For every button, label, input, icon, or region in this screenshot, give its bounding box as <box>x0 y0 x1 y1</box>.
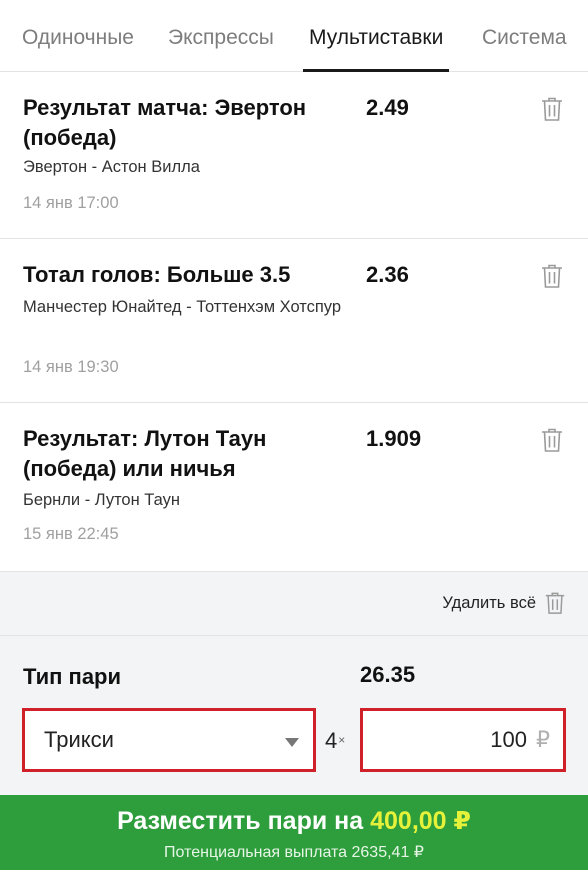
bet-time: 14 янв 17:00 <box>23 194 119 212</box>
place-bet-button[interactable]: Разместить пари на 400,00 ₽ Потенциальна… <box>0 795 588 870</box>
place-bet-amount: 400,00 ₽ <box>370 807 471 835</box>
multiplier-sign: × <box>338 733 346 747</box>
bet-card: Тотал голов: Больше 3.5 2.36 Манчестер Ю… <box>0 239 588 403</box>
bet-time: 15 янв 22:45 <box>23 525 119 543</box>
tab-express[interactable]: Экспрессы <box>168 0 274 72</box>
bet-type-selected: Трикси <box>44 727 114 752</box>
place-bet-text: Разместить пари на <box>117 807 364 835</box>
trash-icon[interactable] <box>540 96 564 122</box>
total-odds: 26.35 <box>360 662 416 687</box>
bet-match: Манчестер Юнайтед - Тоттенхэм Хотспур <box>23 298 342 316</box>
bet-time: 14 янв 19:30 <box>23 358 119 376</box>
tab-system[interactable]: Система <box>482 0 567 72</box>
bet-title: Тотал голов: Больше 3.5 <box>23 262 291 287</box>
potential-payout: Потенциальная выплата 2635,41 ₽ <box>164 844 424 861</box>
bet-card: Результат: Лутон Таун (победа) или ничья… <box>0 403 588 572</box>
tab-multibets[interactable]: Мультиставки <box>302 0 450 72</box>
remove-all-button[interactable]: Удалить всё <box>442 588 566 618</box>
bet-type-select[interactable]: Трикси <box>22 708 316 772</box>
bet-title: Результат: Лутон Таун (победа) или ничья <box>23 426 267 481</box>
ruble-icon: ₽ <box>536 727 550 752</box>
tab-singles[interactable]: Одиночные <box>22 0 134 72</box>
place-bet-label: Разместить пари на 400,00 ₽ <box>0 806 588 836</box>
trash-icon <box>544 590 566 616</box>
bet-type-label: Тип пари <box>23 664 122 689</box>
bet-odds: 2.36 <box>366 262 409 287</box>
stake-multiplier: 4× <box>325 728 345 754</box>
remove-all-label: Удалить всё <box>442 593 536 612</box>
bet-title: Результат матча: Эвертон (победа) <box>23 95 307 150</box>
stake-amount-input[interactable]: 100 ₽ <box>360 708 566 772</box>
bet-odds: 2.49 <box>366 95 409 120</box>
dropdown-arrow-icon <box>285 738 299 747</box>
remove-all-strip: Удалить всё <box>0 572 588 636</box>
bet-match: Эвертон - Астон Вилла <box>23 158 200 176</box>
trash-icon[interactable] <box>540 263 564 289</box>
bet-type-section: Тип пари 26.35 Трикси 4× 100 ₽ <box>0 636 588 795</box>
bet-match: Бернли - Лутон Таун <box>23 491 180 509</box>
trash-icon[interactable] <box>540 427 564 453</box>
bet-card: Результат матча: Эвертон (победа) 2.49 Э… <box>0 72 588 239</box>
stake-amount-value: 100 <box>490 727 527 752</box>
multiplier-count: 4 <box>325 728 338 753</box>
bet-odds: 1.909 <box>366 426 422 451</box>
bet-type-tabs: Одиночные Экспрессы Мультиставки Система <box>0 0 588 72</box>
